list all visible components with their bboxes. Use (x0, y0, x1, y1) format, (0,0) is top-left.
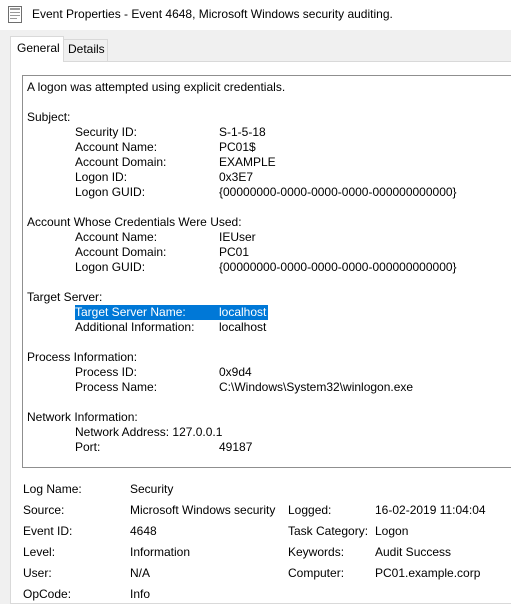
task-category-label: Task Category: (288, 524, 369, 538)
field-value: {00000000-0000-0000-0000-000000000000} (219, 260, 457, 274)
level-label: Level: (23, 545, 56, 559)
network-heading: Network Information: (27, 410, 138, 424)
field-value: PC01 (219, 245, 250, 259)
subject-row: Logon GUID: {00000000-0000-0000-0000-000… (23, 185, 503, 200)
title-bar[interactable]: Event Properties - Event 4648, Microsoft… (0, 0, 511, 30)
field-label: Account Name: (75, 140, 158, 154)
field-label: Network Address: (75, 425, 170, 439)
field-value: 127.0.0.1 (172, 425, 223, 439)
target-server-row: Target Server Name: localhost (23, 305, 503, 320)
subject-row: Logon ID: 0x3E7 (23, 170, 503, 185)
event-id-value: 4648 (130, 524, 157, 538)
field-value: {00000000-0000-0000-0000-000000000000} (219, 185, 457, 199)
window-title: Event Properties - Event 4648, Microsoft… (32, 7, 393, 21)
process-heading: Process Information: (27, 350, 138, 364)
credentials-heading: Account Whose Credentials Were Used: (27, 215, 242, 229)
field-value: IEUser (219, 230, 256, 244)
field-label: Process Name: (75, 380, 158, 394)
opcode-value: Info (130, 587, 151, 601)
user-label: User: (23, 566, 52, 580)
field-label: Account Name: (75, 230, 158, 244)
field-label: Account Domain: (75, 155, 167, 169)
process-row: Process Name: C:\Windows\System32\winlog… (23, 380, 503, 395)
field-value: 49187 (219, 440, 253, 454)
event-viewer-icon (8, 6, 22, 23)
field-value: PC01$ (219, 140, 256, 154)
selected-field-value: localhost (219, 305, 269, 320)
level-value: Information (130, 545, 191, 559)
event-description-text[interactable]: A logon was attempted using explicit cre… (23, 76, 511, 467)
field-value: C:\Windows\System32\winlogon.exe (219, 380, 414, 394)
target-server-heading: Target Server: (27, 290, 103, 304)
field-label: Account Domain: (75, 245, 167, 259)
keywords-label: Keywords: (288, 545, 345, 559)
subject-row: Security ID: S-1-5-18 (23, 125, 503, 140)
subject-row: Account Domain: EXAMPLE (23, 155, 503, 170)
field-label: Port: (75, 440, 101, 454)
process-row: Process ID: 0x9d4 (23, 365, 503, 380)
user-value: N/A (130, 566, 151, 580)
credentials-row: Account Name: IEUser (23, 230, 503, 245)
log-name-value: Security (130, 482, 174, 496)
field-value: 0x3E7 (219, 170, 254, 184)
network-row: Port: 49187 (23, 440, 503, 455)
target-server-row: Additional Information: localhost (23, 320, 503, 335)
computer-label: Computer: (288, 566, 345, 580)
field-label: Logon GUID: (75, 260, 146, 274)
field-value: localhost (219, 320, 267, 334)
description-intro: A logon was attempted using explicit cre… (27, 80, 286, 94)
logged-value: 16-02-2019 11:04:04 (375, 503, 486, 517)
field-value: 0x9d4 (219, 365, 252, 379)
field-label: Process ID: (75, 365, 138, 379)
event-id-label: Event ID: (23, 524, 73, 538)
tab-details[interactable]: Details (63, 39, 108, 62)
subject-heading: Subject: (27, 110, 71, 124)
network-row: Network Address: 127.0.0.1 (75, 425, 222, 440)
tab-general[interactable]: General (10, 36, 64, 62)
keywords-value: Audit Success (375, 545, 452, 559)
opcode-label: OpCode: (23, 587, 72, 601)
subject-row: Account Name: PC01$ (23, 140, 503, 155)
log-name-label: Log Name: (23, 482, 82, 496)
field-value: S-1-5-18 (219, 125, 266, 139)
event-description-box[interactable]: A logon was attempted using explicit cre… (22, 75, 511, 468)
selected-field-label: Target Server Name: (75, 305, 219, 320)
field-label: Additional Information: (75, 320, 195, 334)
field-label: Logon ID: (75, 170, 128, 184)
credentials-row: Account Domain: PC01 (23, 245, 503, 260)
field-label: Security ID: (75, 125, 138, 139)
general-tab-panel: A logon was attempted using explicit cre… (10, 61, 511, 604)
task-category-value: Logon (375, 524, 409, 538)
computer-value: PC01.example.corp (375, 566, 481, 580)
field-value: EXAMPLE (219, 155, 276, 169)
source-label: Source: (23, 503, 65, 517)
credentials-row: Logon GUID: {00000000-0000-0000-0000-000… (23, 260, 503, 275)
logged-label: Logged: (288, 503, 332, 517)
source-value: Microsoft Windows security (130, 503, 276, 517)
field-label: Logon GUID: (75, 185, 146, 199)
